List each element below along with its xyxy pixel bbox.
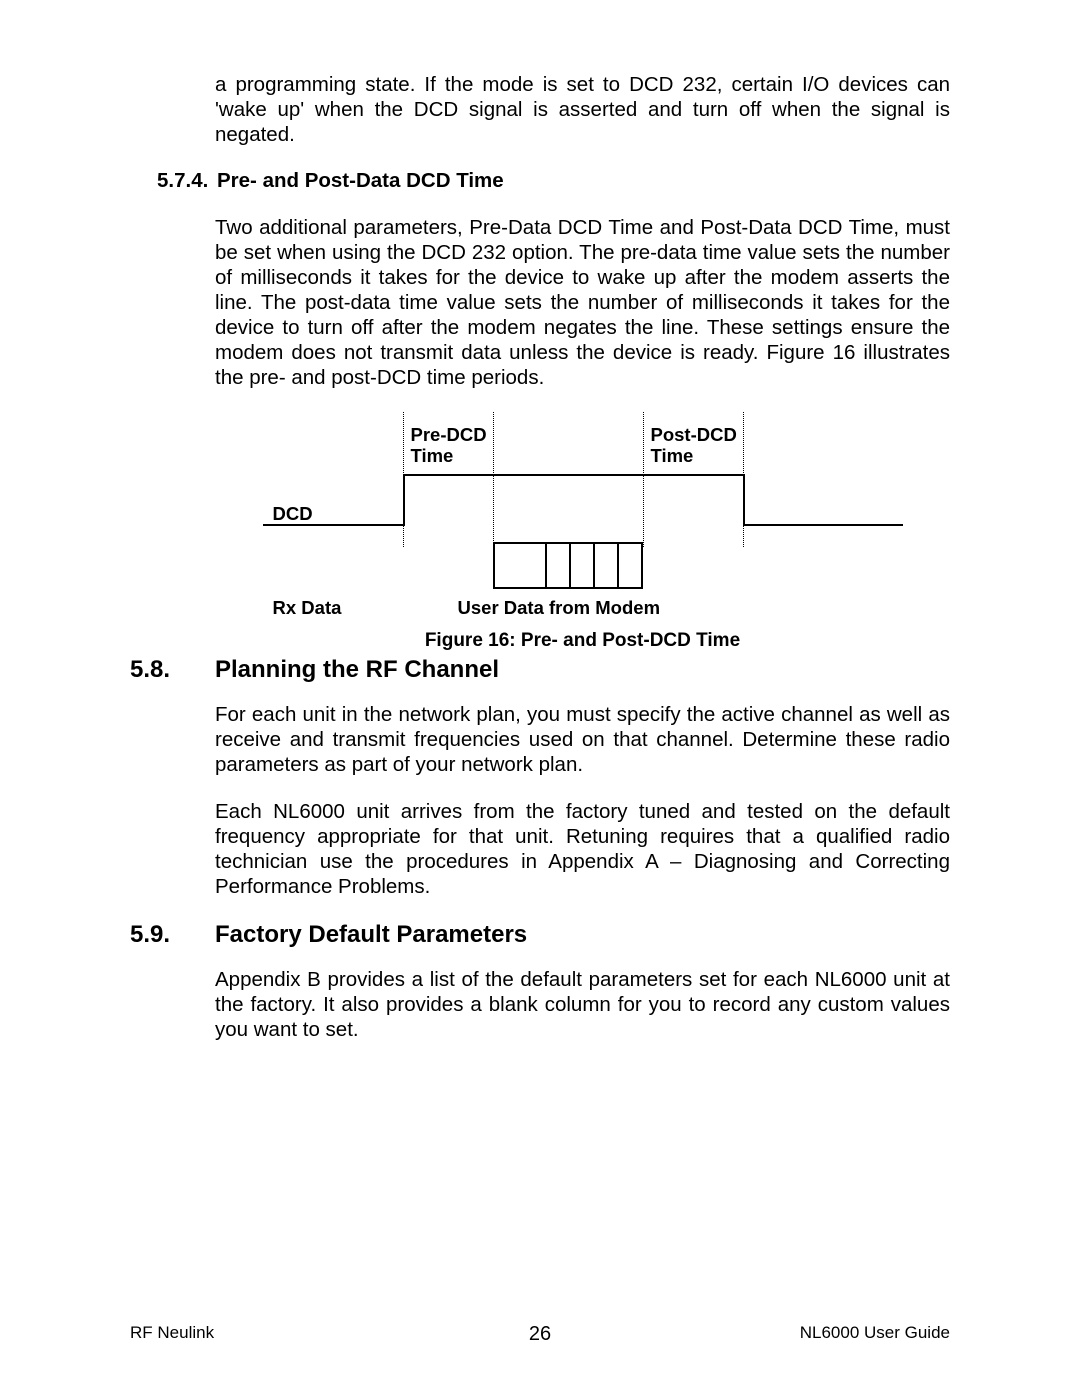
dcd-label: DCD	[273, 503, 313, 524]
intro-paragraph: a programming state. If the mode is set …	[215, 72, 950, 147]
dcd-wave	[403, 474, 743, 476]
heading-title: Pre- and Post-Data DCD Time	[217, 169, 504, 193]
dcd-wave	[743, 524, 903, 526]
s59-paragraph-1: Appendix B provides a list of the defaul…	[215, 967, 950, 1042]
heading-5-8: 5.8. Planning the RF Channel	[130, 656, 950, 684]
userdata-box	[493, 542, 495, 589]
userdata-tick	[593, 542, 595, 589]
post-dcd-label: Post-DCD Time	[651, 424, 737, 467]
heading-5-7-4: 5.7.4. Pre- and Post-Data DCD Time	[130, 169, 950, 193]
figure-16-diagram: Pre-DCD Time Post-DCD Time DCD Rx Data U…	[263, 412, 903, 622]
user-data-label: User Data from Modem	[458, 597, 661, 618]
figure-16-caption: Figure 16: Pre- and Post-DCD Time	[215, 630, 950, 652]
s58-paragraph-1: For each unit in the network plan, you m…	[215, 702, 950, 777]
page: a programming state. If the mode is set …	[0, 0, 1080, 1397]
vdash	[643, 412, 644, 547]
userdata-tick	[617, 542, 619, 589]
page-footer: RF Neulink 26 NL6000 User Guide	[130, 1323, 950, 1343]
heading-title: Planning the RF Channel	[215, 656, 499, 684]
userdata-box	[641, 542, 643, 589]
vdash	[493, 412, 494, 547]
s58-paragraph-2: Each NL6000 unit arrives from the factor…	[215, 799, 950, 899]
heading-5-9: 5.9. Factory Default Parameters	[130, 921, 950, 949]
footer-right: NL6000 User Guide	[800, 1323, 950, 1343]
figure-16: Pre-DCD Time Post-DCD Time DCD Rx Data U…	[215, 412, 950, 652]
pre-dcd-label: Pre-DCD Time	[411, 424, 487, 467]
heading-number: 5.9.	[130, 921, 215, 949]
footer-left: RF Neulink	[130, 1323, 214, 1343]
s574-paragraph: Two additional parameters, Pre-Data DCD …	[215, 215, 950, 390]
rx-data-label: Rx Data	[273, 597, 342, 618]
dcd-wave	[263, 524, 403, 526]
userdata-box	[493, 542, 643, 544]
dcd-wave	[743, 474, 745, 526]
userdata-tick	[545, 542, 547, 589]
userdata-tick	[569, 542, 571, 589]
dcd-wave	[403, 474, 405, 526]
userdata-box	[493, 587, 643, 589]
heading-number: 5.7.4.	[157, 169, 217, 193]
footer-page-number: 26	[529, 1323, 551, 1346]
heading-title: Factory Default Parameters	[215, 921, 527, 949]
heading-number: 5.8.	[130, 656, 215, 684]
